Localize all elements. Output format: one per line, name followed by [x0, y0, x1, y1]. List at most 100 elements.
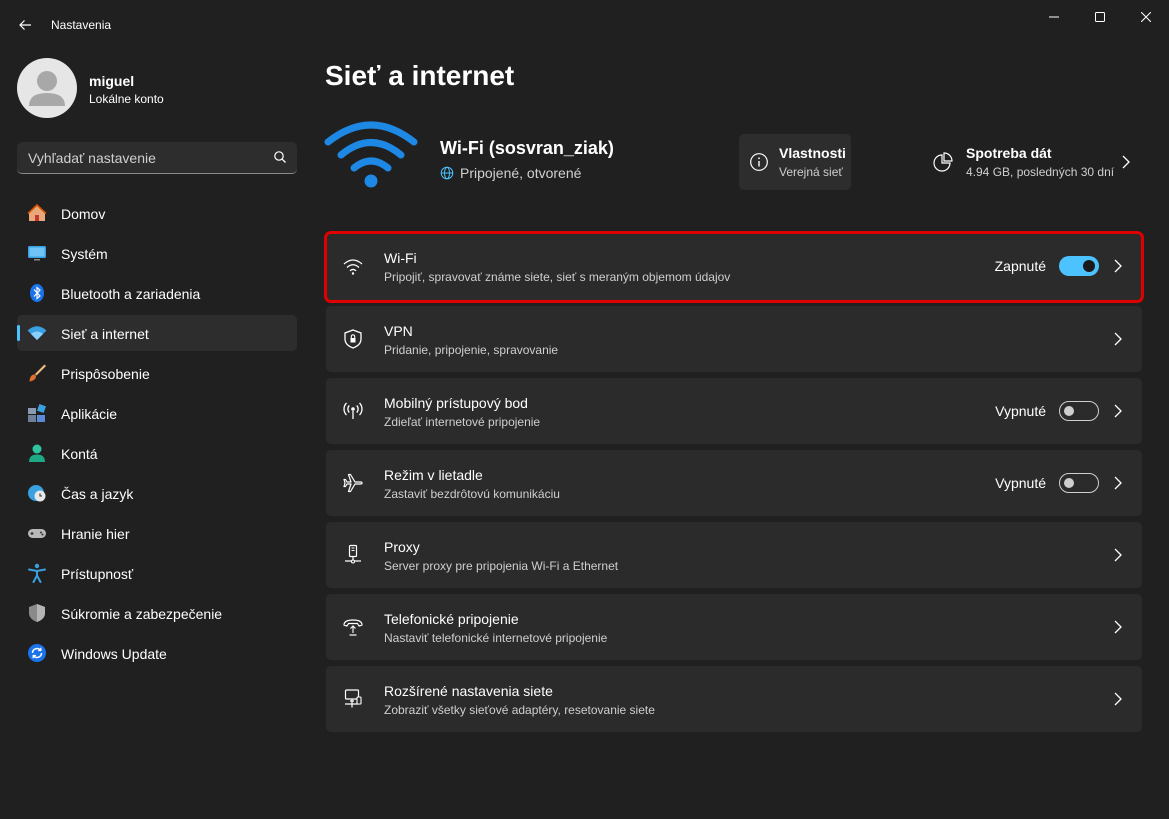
- card-title: Wi-Fi: [384, 250, 417, 266]
- card-subtitle: Zdieľať internetové pripojenie: [384, 415, 541, 429]
- globe-icon: [440, 166, 454, 180]
- properties-subtitle: Verejná sieť: [779, 165, 843, 179]
- chevron-right-icon: [1114, 259, 1122, 273]
- search-input[interactable]: [17, 142, 267, 173]
- back-arrow-icon: [19, 20, 31, 30]
- network-pc-icon: [342, 688, 364, 710]
- user-silhouette-icon: [29, 71, 65, 106]
- pie-chart-icon: [933, 152, 953, 172]
- chevron-right-icon: [1122, 155, 1130, 169]
- sidebar-item-system[interactable]: Systém: [17, 235, 297, 271]
- app-title: Nastavenia: [51, 18, 112, 32]
- user-name: miguel: [89, 73, 135, 89]
- sidebar-nav: Domov Systém Bluetooth a zariadenia Sieť…: [17, 195, 297, 675]
- sidebar-item-gaming[interactable]: Hranie hier: [17, 515, 297, 551]
- dialup-icon: [342, 616, 364, 638]
- sidebar-item-network[interactable]: Sieť a internet: [17, 315, 297, 351]
- chevron-right-icon: [1114, 548, 1122, 562]
- chevron-right-icon: [1114, 692, 1122, 706]
- wifi-toggle[interactable]: [1059, 256, 1099, 276]
- properties-button[interactable]: Vlastnosti Verejná sieť: [739, 134, 851, 190]
- wifi-card[interactable]: Wi-Fi Pripojiť, spravovať známe siete, s…: [324, 231, 1144, 303]
- data-usage-button[interactable]: Spotreba dát 4.94 GB, posledných 30 dní: [928, 134, 1142, 190]
- hotspot-icon: [342, 400, 364, 422]
- search-box: [17, 142, 297, 174]
- hotspot-toggle[interactable]: [1059, 401, 1099, 421]
- maximize-button[interactable]: [1077, 0, 1123, 34]
- monitor-icon: [27, 243, 47, 263]
- card-subtitle: Zobraziť všetky sieťové adaptéry, reseto…: [384, 703, 655, 717]
- sidebar-item-label: Systém: [61, 246, 108, 262]
- properties-title: Vlastnosti: [779, 145, 846, 161]
- connection-name: Wi-Fi (sosvran_ziak): [440, 138, 614, 158]
- settings-list: Wi-Fi Pripojiť, spravovať známe siete, s…: [324, 231, 1144, 738]
- wifi-icon: [342, 255, 364, 277]
- card-subtitle: Zastaviť bezdrôtovú komunikáciu: [384, 487, 560, 501]
- chevron-right-icon: [1114, 332, 1122, 346]
- info-icon: [750, 153, 768, 171]
- shield-icon: [27, 603, 47, 623]
- home-icon: [27, 203, 47, 223]
- sidebar-item-label: Sieť a internet: [61, 326, 149, 342]
- sidebar-item-time-language[interactable]: Čas a jazyk: [17, 475, 297, 511]
- airplane-icon: [342, 472, 364, 494]
- card-title: Režim v lietadle: [384, 467, 483, 483]
- sidebar-item-label: Bluetooth a zariadenia: [61, 286, 201, 302]
- connection-status: Pripojené, otvorené: [440, 165, 581, 181]
- data-usage-title: Spotreba dát: [966, 145, 1052, 161]
- sidebar-item-label: Prístupnosť: [61, 566, 134, 582]
- toggle-state-label: Vypnuté: [995, 475, 1046, 491]
- card-title: Proxy: [384, 539, 420, 555]
- airplane-mode-card[interactable]: Režim v lietadle Zastaviť bezdrôtovú kom…: [326, 450, 1142, 516]
- gamepad-icon: [27, 523, 47, 543]
- sidebar-item-label: Windows Update: [61, 646, 167, 662]
- chevron-right-icon: [1114, 476, 1122, 490]
- sidebar-item-windows-update[interactable]: Windows Update: [17, 635, 297, 671]
- accessibility-icon: [27, 563, 47, 583]
- card-title: Telefonické pripojenie: [384, 611, 519, 627]
- toggle-state-label: Zapnuté: [994, 258, 1046, 274]
- apps-icon: [27, 403, 47, 423]
- sidebar-item-home[interactable]: Domov: [17, 195, 297, 231]
- sidebar-item-label: Prispôsobenie: [61, 366, 150, 382]
- mobile-hotspot-card[interactable]: Mobilný prístupový bod Zdieľať interneto…: [326, 378, 1142, 444]
- avatar[interactable]: [17, 58, 77, 118]
- chevron-right-icon: [1114, 620, 1122, 634]
- airplane-mode-toggle[interactable]: [1059, 473, 1099, 493]
- page-title: Sieť a internet: [325, 60, 515, 91]
- vpn-shield-icon: [342, 328, 364, 350]
- dial-up-card[interactable]: Telefonické pripojenie Nastaviť telefoni…: [326, 594, 1142, 660]
- card-title: VPN: [384, 323, 413, 339]
- connection-status-text: Pripojené, otvorené: [460, 165, 582, 181]
- data-usage-subtitle: 4.94 GB, posledných 30 dní: [966, 165, 1115, 179]
- sidebar-item-label: Aplikácie: [61, 406, 118, 422]
- sidebar-item-bluetooth[interactable]: Bluetooth a zariadenia: [17, 275, 297, 311]
- sidebar-item-label: Súkromie a zabezpečenie: [61, 606, 223, 622]
- sidebar-item-apps[interactable]: Aplikácie: [17, 395, 297, 431]
- card-subtitle: Pripojiť, spravovať známe siete, sieť s …: [384, 270, 731, 284]
- card-subtitle: Server proxy pre pripojenia Wi-Fi a Ethe…: [384, 559, 619, 573]
- card-title: Rozšírené nastavenia siete: [384, 683, 553, 699]
- minimize-button[interactable]: [1031, 0, 1077, 34]
- card-subtitle: Pridanie, pripojenie, spravovanie: [384, 343, 559, 357]
- sidebar-item-privacy[interactable]: Súkromie a zabezpečenie: [17, 595, 297, 631]
- proxy-icon: [342, 544, 364, 566]
- sidebar-item-label: Domov: [61, 206, 106, 222]
- title-bar: Nastavenia: [0, 0, 1169, 50]
- person-icon: [27, 443, 47, 463]
- advanced-network-card[interactable]: Rozšírené nastavenia siete Zobraziť všet…: [326, 666, 1142, 732]
- brush-icon: [27, 363, 47, 383]
- search-icon[interactable]: [273, 150, 287, 164]
- card-title: Mobilný prístupový bod: [384, 395, 528, 411]
- bluetooth-icon: [27, 283, 47, 303]
- sidebar-item-personalization[interactable]: Prispôsobenie: [17, 355, 297, 391]
- wifi-signal-icon: [324, 121, 418, 188]
- maximize-icon: [1095, 12, 1105, 22]
- proxy-card[interactable]: Proxy Server proxy pre pripojenia Wi-Fi …: [326, 522, 1142, 588]
- sidebar-item-accessibility[interactable]: Prístupnosť: [17, 555, 297, 591]
- sidebar-item-accounts[interactable]: Kontá: [17, 435, 297, 471]
- toggle-state-label: Vypnuté: [995, 403, 1046, 419]
- back-button[interactable]: [10, 10, 40, 40]
- close-button[interactable]: [1123, 0, 1169, 34]
- vpn-card[interactable]: VPN Pridanie, pripojenie, spravovanie: [326, 306, 1142, 372]
